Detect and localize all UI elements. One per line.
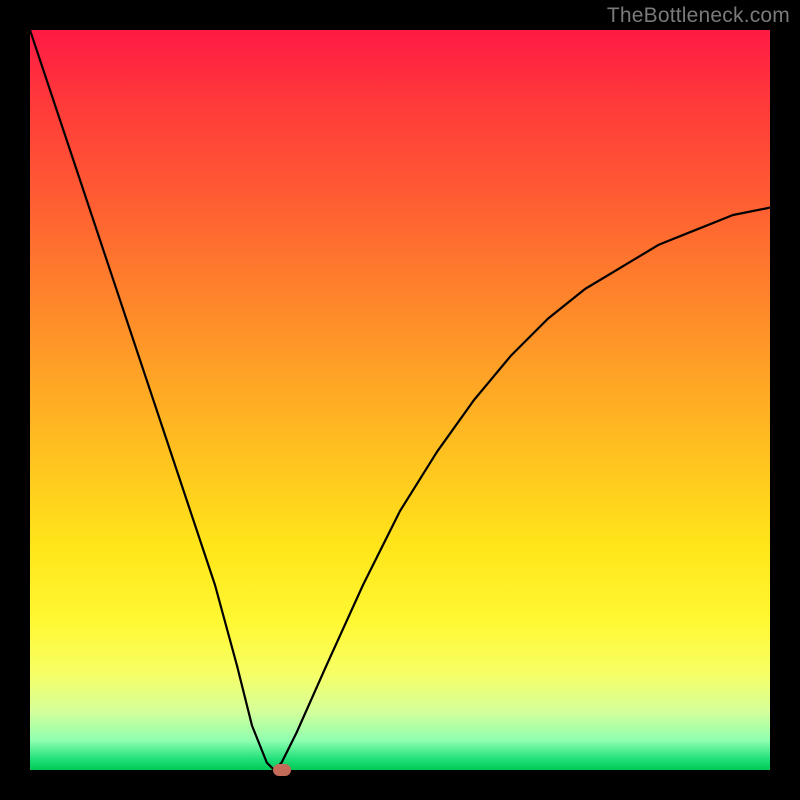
watermark-text: TheBottleneck.com xyxy=(607,4,790,28)
bottleneck-curve xyxy=(30,30,770,770)
optimum-marker xyxy=(273,764,291,776)
plot-area xyxy=(30,30,770,770)
chart-frame: TheBottleneck.com xyxy=(0,0,800,800)
